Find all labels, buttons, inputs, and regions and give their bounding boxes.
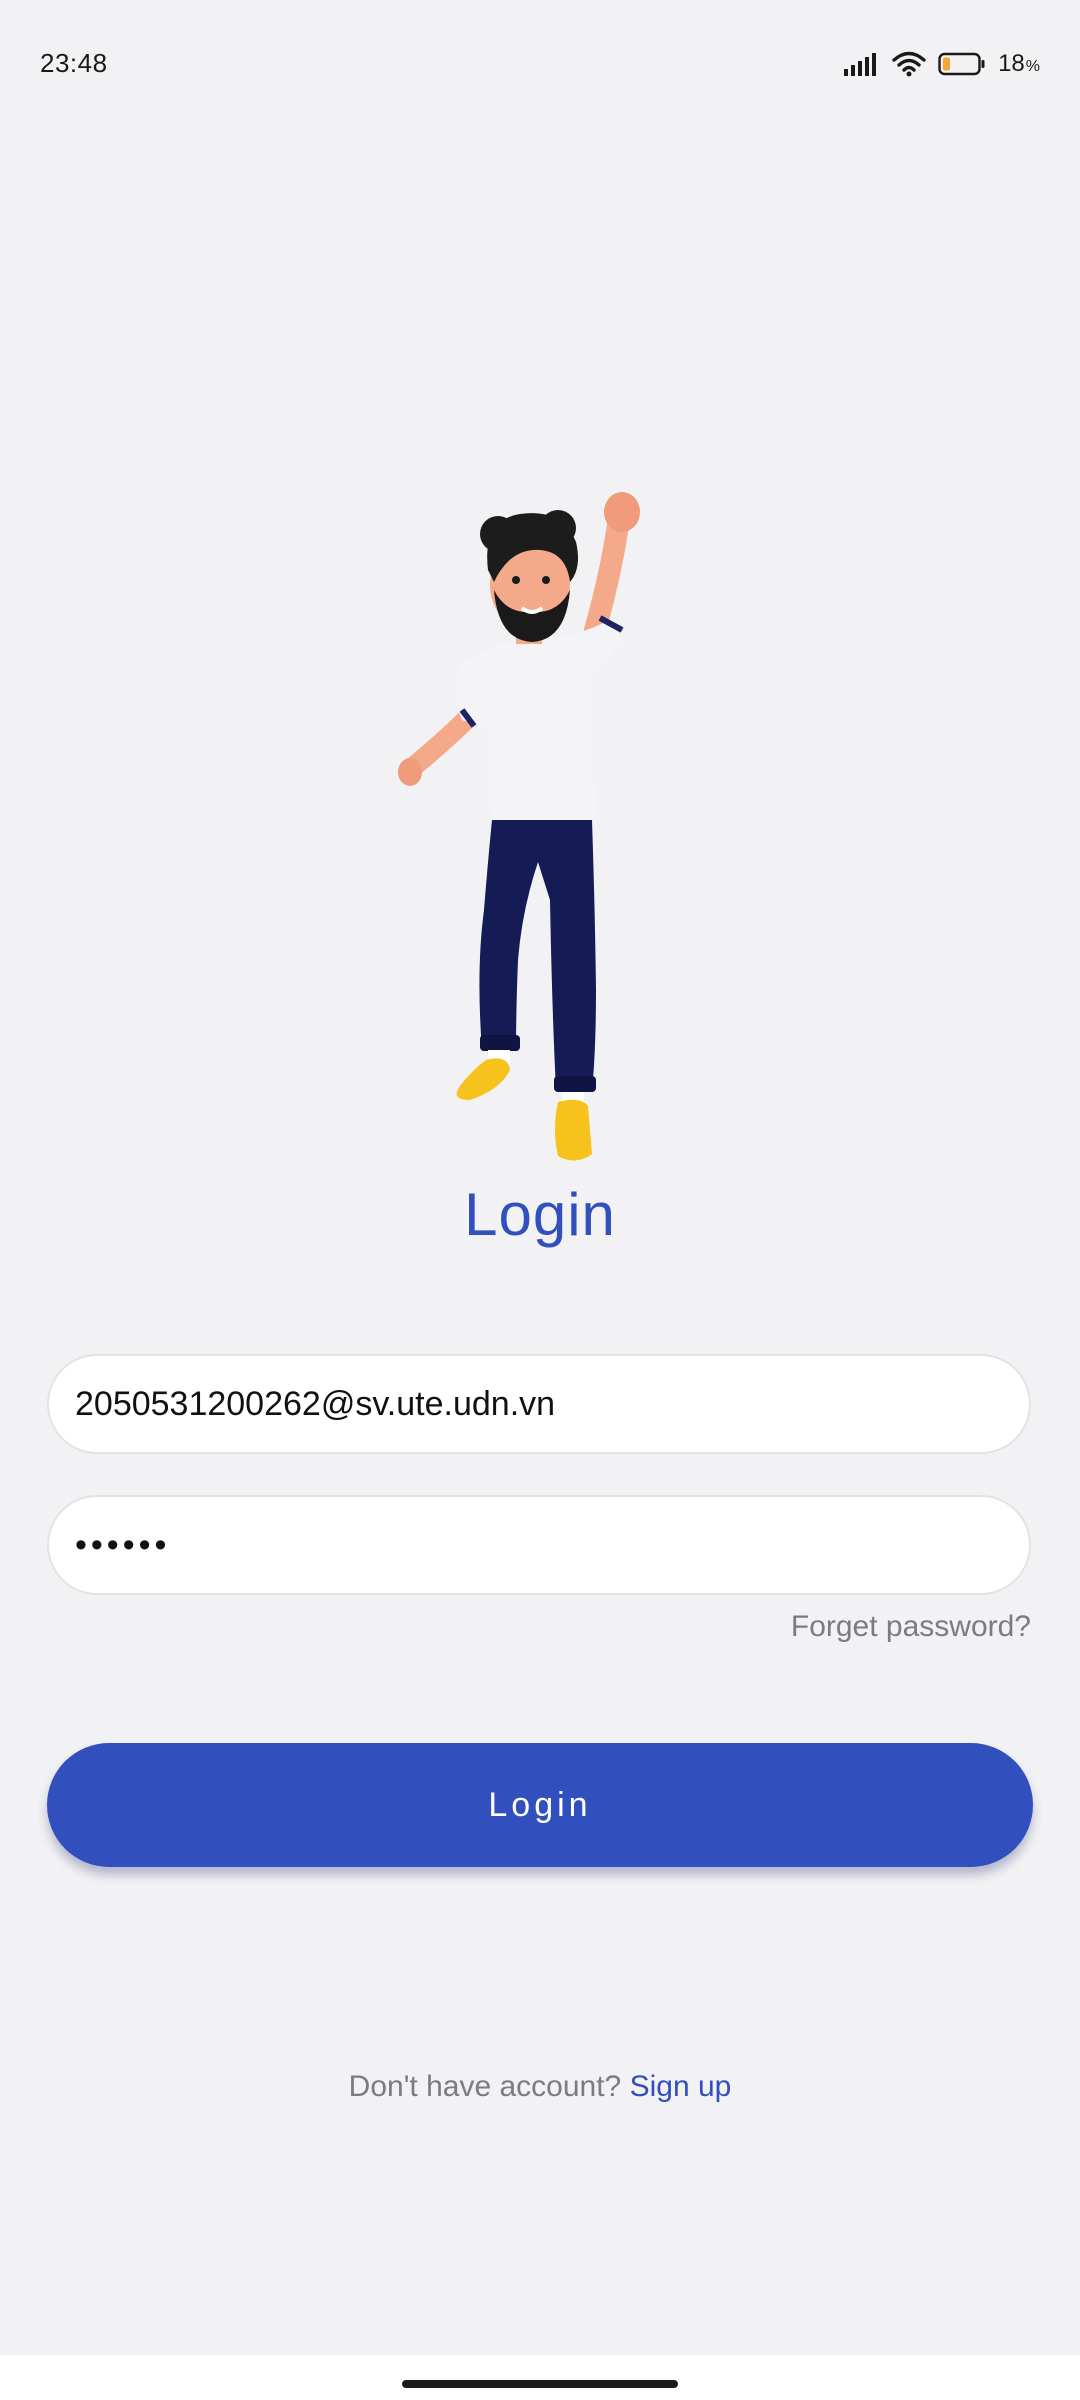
password-field[interactable] xyxy=(75,1525,1003,1565)
wifi-icon xyxy=(892,51,926,77)
battery-icon xyxy=(938,52,986,76)
email-field-container[interactable] xyxy=(47,1354,1031,1454)
signal-icon xyxy=(844,52,880,76)
status-time: 23:48 xyxy=(40,48,108,78)
battery-unit: % xyxy=(1025,58,1040,75)
battery-level: 18 xyxy=(998,50,1025,77)
status-bar: 23:48 18 % xyxy=(0,0,1080,130)
status-icons: 18% xyxy=(844,48,1040,80)
jumping-man-illustration xyxy=(390,490,690,1170)
page-title: Login xyxy=(464,1181,616,1248)
no-account-text: Don't have account? xyxy=(348,2070,622,2103)
forgot-password-link[interactable]: Forget password? xyxy=(791,1610,1031,1644)
signup-row: Don't have account? Sign up xyxy=(0,2070,1080,2104)
home-indicator[interactable] xyxy=(402,2380,678,2388)
login-button[interactable]: Login xyxy=(47,1743,1033,1867)
signup-link[interactable]: Sign up xyxy=(630,2070,732,2103)
password-field-container[interactable] xyxy=(47,1495,1031,1595)
email-field[interactable] xyxy=(75,1384,1003,1424)
login-screen: 23:48 18 % Login 2050531200262@sv.ute.ud… xyxy=(0,0,1080,2400)
navigation-bar xyxy=(0,2355,1080,2400)
battery-percentage: 18% xyxy=(998,50,1040,78)
